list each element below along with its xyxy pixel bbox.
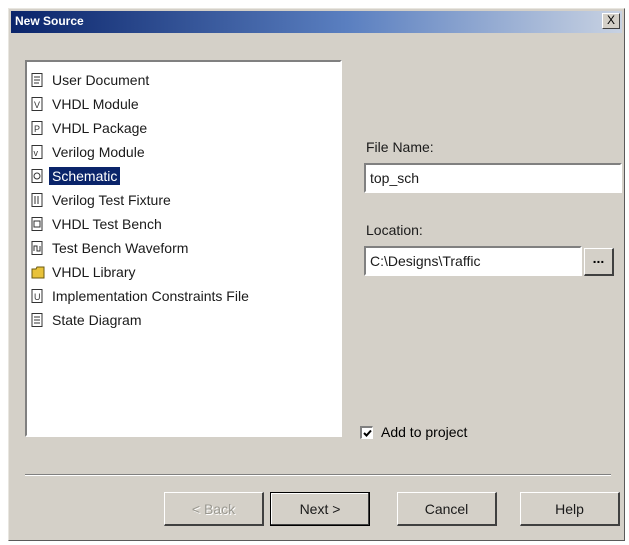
test-fixture-icon: [31, 192, 44, 208]
dialog-title: New Source: [15, 14, 84, 28]
add-to-project-checkbox[interactable]: [360, 425, 373, 439]
add-to-project-option[interactable]: Add to project: [360, 424, 467, 440]
list-item-vhdl-package[interactable]: P VHDL Package: [27, 116, 340, 140]
list-item-user-document[interactable]: User Document: [27, 68, 340, 92]
file-name-input[interactable]: [364, 163, 622, 193]
list-item-label: Test Bench Waveform: [52, 240, 189, 256]
list-item-test-bench-waveform[interactable]: Test Bench Waveform: [27, 236, 340, 260]
state-diagram-icon: [31, 312, 44, 328]
close-button[interactable]: X: [602, 13, 620, 29]
close-icon: X: [606, 13, 615, 27]
document-icon: [31, 72, 44, 88]
list-item-state-diagram[interactable]: State Diagram: [27, 308, 340, 332]
list-item-label: User Document: [52, 72, 150, 88]
list-item-label: Implementation Constraints File: [52, 288, 249, 304]
list-item-label: VHDL Package: [52, 120, 148, 136]
button-separator: [25, 474, 611, 476]
svg-text:P: P: [34, 124, 40, 134]
verilog-module-icon: v: [31, 144, 44, 160]
next-button[interactable]: Next >: [270, 492, 370, 526]
list-item-label: Verilog Test Fixture: [52, 192, 171, 208]
back-button[interactable]: < Back: [164, 492, 264, 526]
vhdl-module-icon: V: [31, 96, 44, 112]
library-folder-icon: [31, 265, 45, 280]
file-name-label: File Name:: [366, 139, 434, 155]
svg-text:U: U: [34, 292, 41, 302]
list-item-implementation-constraints-file[interactable]: U Implementation Constraints File: [27, 284, 340, 308]
list-item-verilog-module[interactable]: v Verilog Module: [27, 140, 340, 164]
list-item-vhdl-test-bench[interactable]: VHDL Test Bench: [27, 212, 340, 236]
svg-text:V: V: [34, 100, 40, 110]
list-item-label: Verilog Module: [52, 144, 145, 160]
title-bar[interactable]: New Source X: [11, 11, 622, 33]
list-item-label: State Diagram: [52, 312, 142, 328]
svg-text:v: v: [34, 148, 39, 158]
list-item-vhdl-module[interactable]: V VHDL Module: [27, 92, 340, 116]
cancel-button[interactable]: Cancel: [397, 492, 497, 526]
vhdl-package-icon: P: [31, 120, 44, 136]
list-item-label: VHDL Library: [52, 264, 136, 280]
list-item-verilog-test-fixture[interactable]: Verilog Test Fixture: [27, 188, 340, 212]
list-item-label: VHDL Module: [52, 96, 139, 112]
constraints-file-icon: U: [31, 288, 44, 304]
list-item-schematic[interactable]: Schematic: [27, 164, 340, 188]
checkmark-icon: [363, 429, 372, 437]
browse-button[interactable]: ...: [584, 248, 614, 276]
test-bench-icon: [31, 216, 44, 232]
location-input[interactable]: [364, 246, 582, 276]
waveform-icon: [31, 240, 44, 256]
source-type-list[interactable]: User Document V VHDL Module P VHDL Package v V…: [25, 60, 342, 437]
list-item-vhdl-library[interactable]: VHDL Library: [27, 260, 340, 284]
help-button[interactable]: Help: [520, 492, 620, 526]
list-item-label: VHDL Test Bench: [52, 216, 162, 232]
add-to-project-label: Add to project: [381, 424, 468, 440]
list-item-label: Schematic: [49, 167, 121, 185]
schematic-icon: [31, 168, 44, 184]
location-label: Location:: [366, 222, 423, 238]
